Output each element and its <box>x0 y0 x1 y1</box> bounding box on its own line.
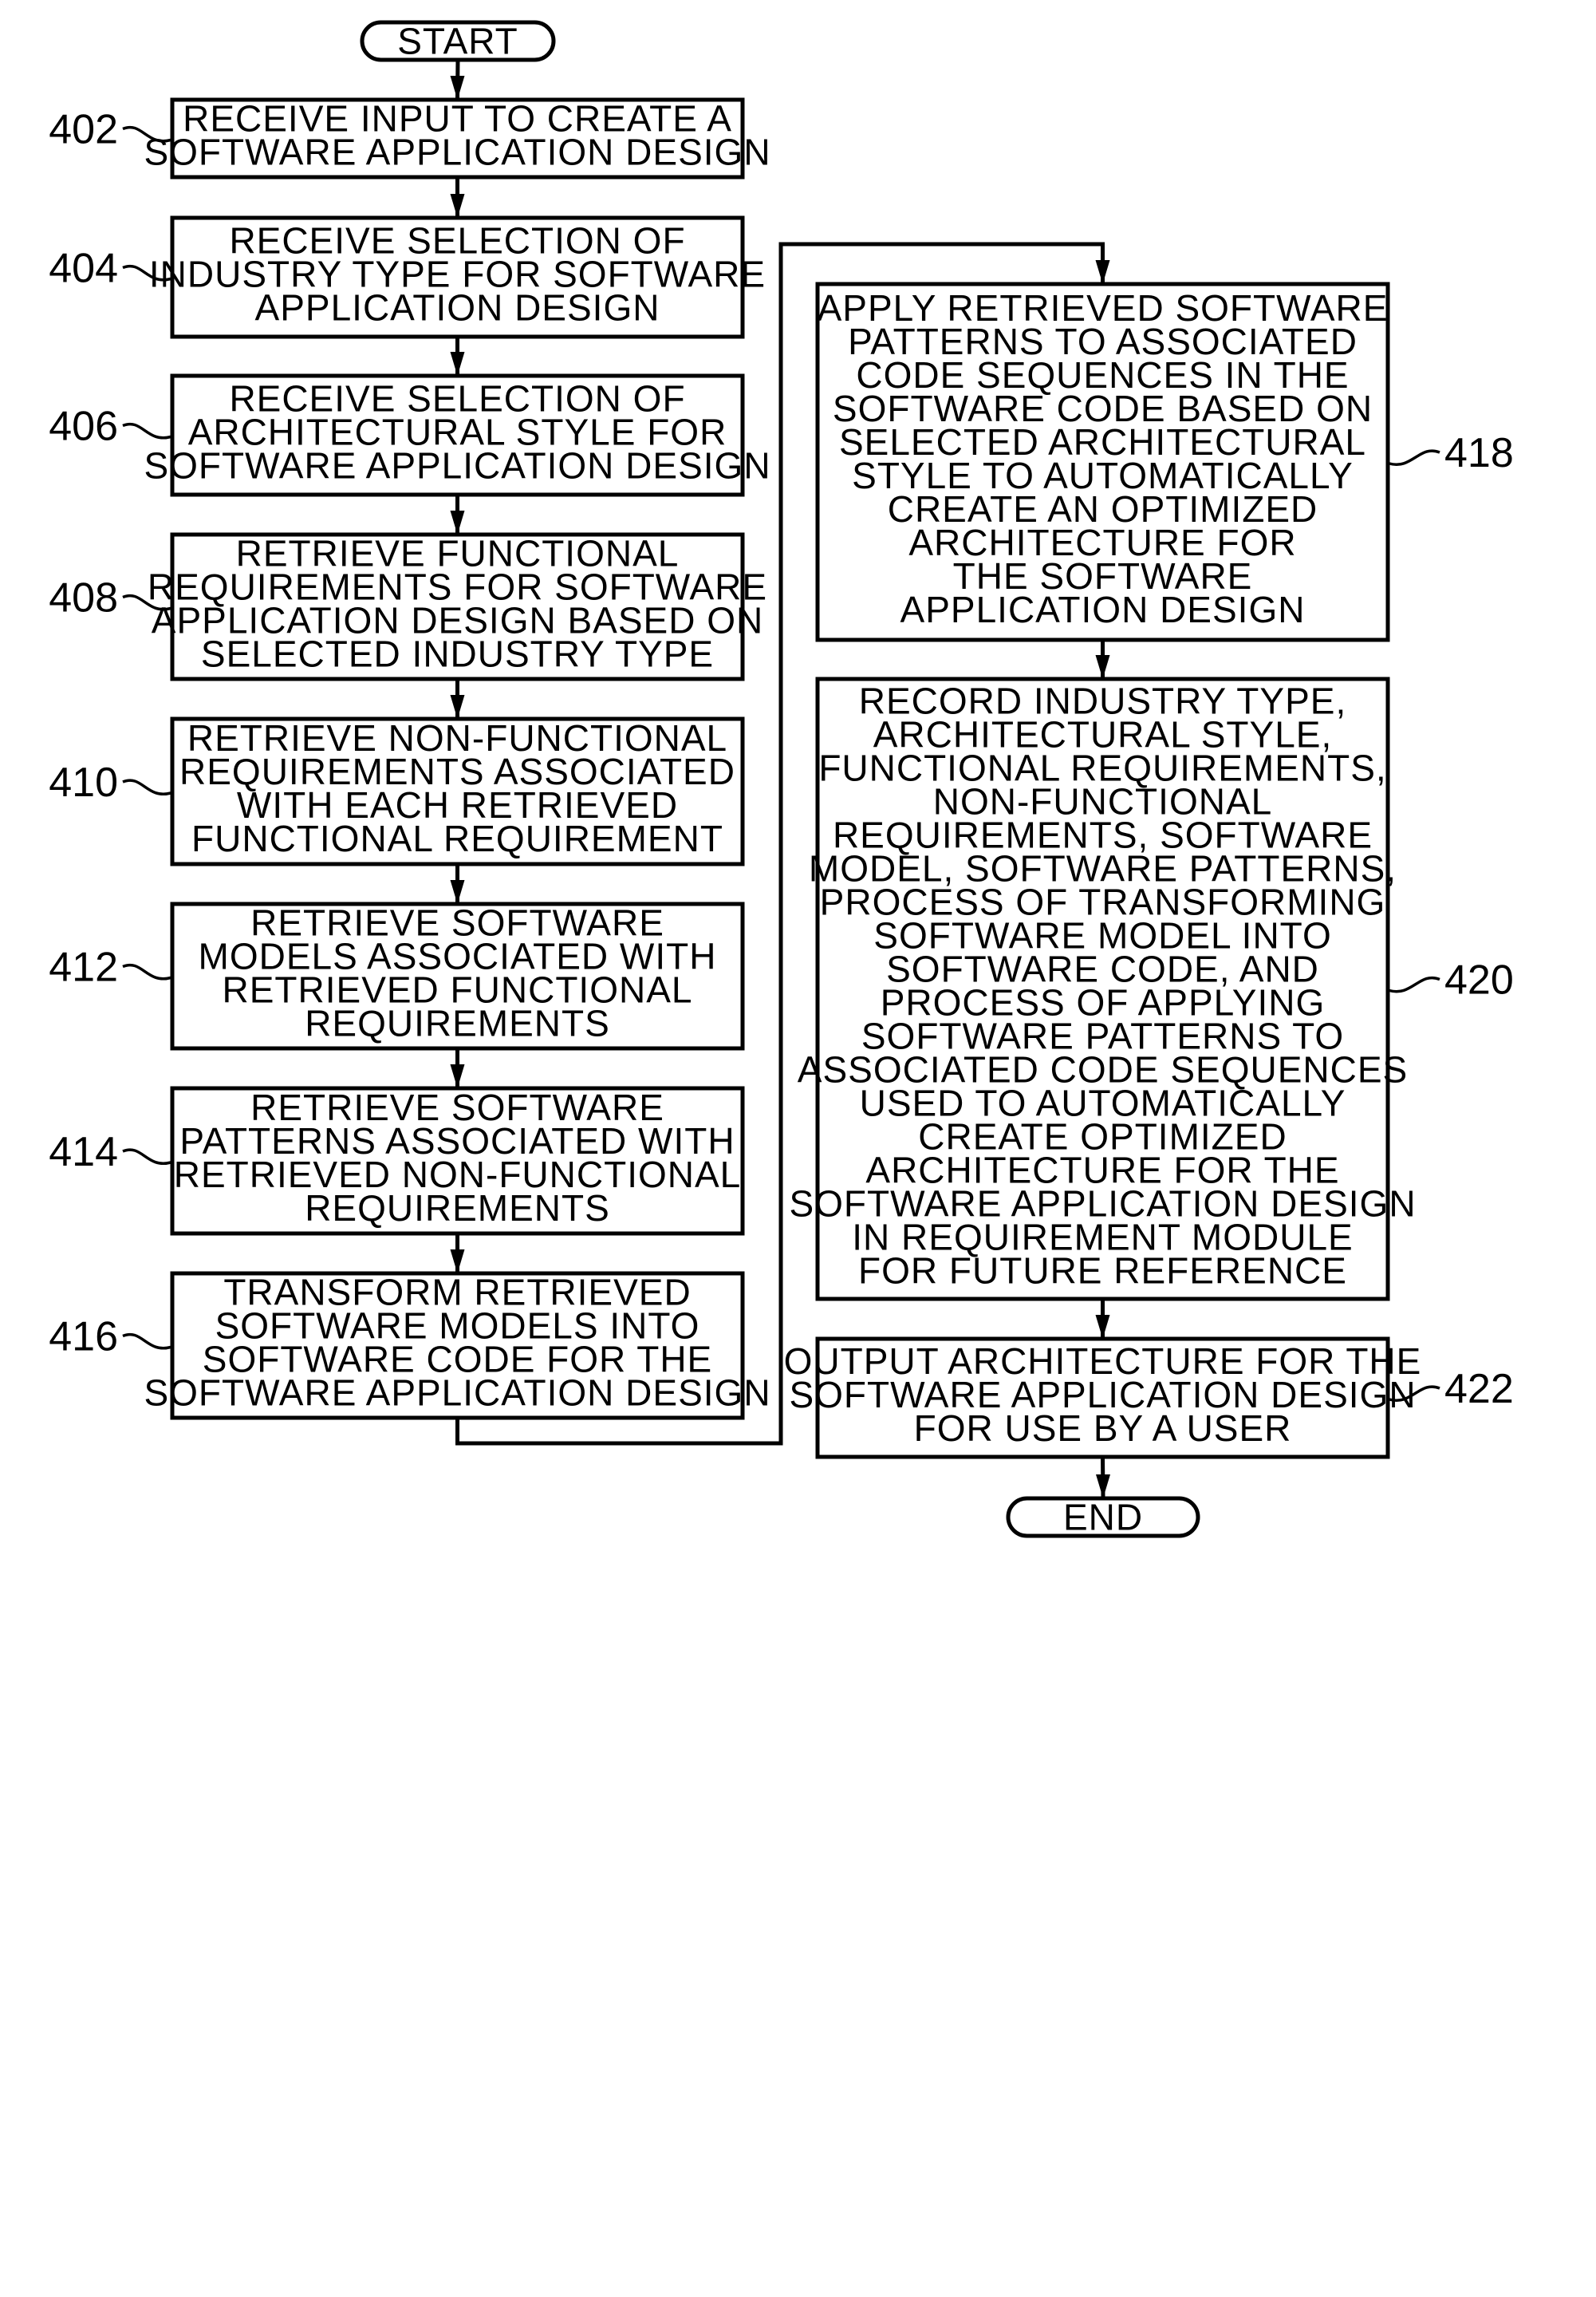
arrow-head <box>450 880 465 904</box>
process-step-402: RECEIVE INPUT TO CREATE ASOFTWARE APPLIC… <box>49 97 770 180</box>
ref-label-402: 402 <box>49 107 118 153</box>
leader-line <box>1389 976 1440 993</box>
ref-label-408: 408 <box>49 575 118 622</box>
process-text-line: REQUIREMENTS <box>305 1003 610 1044</box>
end-terminal: END <box>1006 1496 1200 1538</box>
leader-line <box>122 779 171 796</box>
process-step-406: RECEIVE SELECTION OFARCHITECTURAL STYLE … <box>49 373 770 497</box>
arrow-head <box>450 695 465 719</box>
process-text-line: SOFTWARE APPLICATION DESIGN <box>144 132 770 173</box>
process-step-412: RETRIEVE SOFTWAREMODELS ASSOCIATED WITHR… <box>49 902 745 1051</box>
process-step-414: RETRIEVE SOFTWAREPATTERNS ASSOCIATED WIT… <box>49 1086 745 1236</box>
process-step-418: APPLY RETRIEVED SOFTWAREPATTERNS TO ASSO… <box>815 282 1514 642</box>
ref-label-416: 416 <box>49 1314 118 1360</box>
ref-label-410: 410 <box>49 760 118 806</box>
process-text-line: FOR USE BY A USER <box>914 1407 1292 1449</box>
ref-label-420: 420 <box>1444 957 1514 1004</box>
process-text-line: FUNCTIONAL REQUIREMENT <box>191 818 723 859</box>
arrow-head <box>450 1249 465 1273</box>
flowchart: START END RECEIVE INPUT TO CREATE ASOFTWAR… <box>49 20 1514 1538</box>
ref-label-406: 406 <box>49 404 118 450</box>
start-terminal-label: START <box>397 21 518 62</box>
ref-label-422: 422 <box>1444 1366 1514 1412</box>
process-text-line: FOR FUTURE REFERENCE <box>858 1250 1347 1292</box>
leader-line <box>122 422 171 440</box>
arrow-head <box>1095 1315 1110 1339</box>
ref-label-418: 418 <box>1444 430 1514 476</box>
process-text-line: SOFTWARE APPLICATION DESIGN <box>144 1372 770 1414</box>
arrow-head <box>450 1064 465 1088</box>
arrow-head <box>450 194 465 218</box>
process-step-404: RECEIVE SELECTION OFINDUSTRY TYPE FOR SO… <box>49 215 765 339</box>
process-text-line: SELECTED INDUSTRY TYPE <box>201 633 714 675</box>
ref-label-414: 414 <box>49 1129 118 1175</box>
leader-line <box>122 1148 171 1166</box>
process-step-420: RECORD INDUSTRY TYPE,ARCHITECTURAL STYLE… <box>789 677 1514 1301</box>
process-step-416: TRANSFORM RETRIEVEDSOFTWARE MODELS INTOS… <box>49 1271 770 1420</box>
process-step-422: OUTPUT ARCHITECTURE FOR THESOFTWARE APPL… <box>784 1336 1514 1459</box>
ref-label-412: 412 <box>49 945 118 991</box>
leader-line <box>122 963 171 981</box>
process-text-line: REQUIREMENTS <box>305 1187 610 1229</box>
process-text-line: APPLICATION DESIGN <box>900 589 1306 630</box>
arrow-head <box>450 511 465 535</box>
arrow-head <box>1095 260 1110 284</box>
arrow-head <box>450 352 465 376</box>
arrow-head <box>450 76 465 100</box>
leader-line <box>1389 449 1440 467</box>
process-text-line: SOFTWARE APPLICATION DESIGN <box>144 445 770 487</box>
ref-label-404: 404 <box>49 246 118 292</box>
end-terminal-label: END <box>1063 1497 1143 1538</box>
process-text-line: APPLICATION DESIGN <box>255 287 660 329</box>
leader-line <box>122 1332 171 1350</box>
arrow-head <box>1095 655 1110 679</box>
start-terminal: START <box>360 20 556 62</box>
process-step-410: RETRIEVE NON-FUNCTIONALREQUIREMENTS ASSO… <box>49 716 745 866</box>
arrow-head <box>1096 1474 1110 1498</box>
process-step-408: RETRIEVE FUNCTIONALREQUIREMENTS FOR SOFT… <box>49 532 766 681</box>
